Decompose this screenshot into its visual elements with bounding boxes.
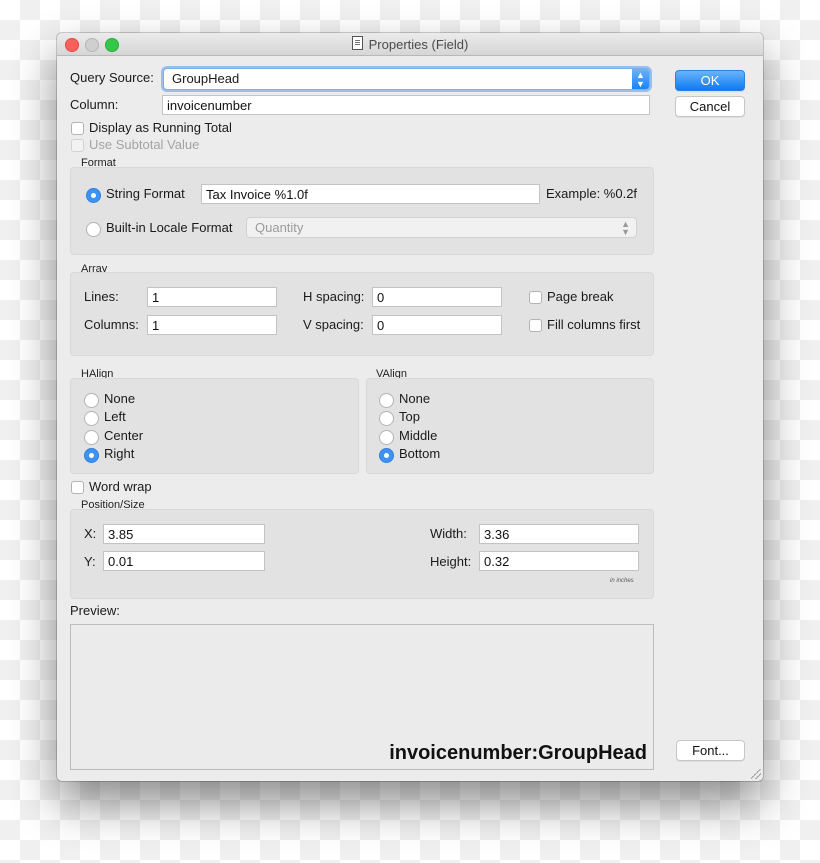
halign-none-label: None — [104, 391, 136, 406]
columns-label: Columns: — [84, 317, 139, 332]
hspacing-label: H spacing: — [303, 289, 365, 304]
updown-chevron-icon: ▲ ▼ — [632, 69, 649, 89]
hspacing-input[interactable] — [372, 287, 502, 307]
ok-button[interactable]: OK — [675, 70, 745, 91]
halign-none-radio[interactable] — [84, 393, 99, 408]
width-input[interactable] — [479, 524, 639, 544]
halign-left-radio[interactable] — [84, 411, 99, 426]
font-button[interactable]: Font... — [676, 740, 745, 761]
query-source-value: GroupHead — [172, 71, 240, 86]
y-label: Y: — [84, 554, 96, 569]
string-format-radio[interactable] — [86, 188, 101, 203]
width-label: Width: — [430, 526, 467, 541]
halign-left-label: Left — [104, 409, 126, 424]
valign-none-radio[interactable] — [379, 393, 394, 408]
fill-columns-checkbox[interactable] — [529, 319, 542, 332]
fill-columns-label: Fill columns first — [547, 317, 641, 332]
valign-bottom-radio[interactable] — [379, 448, 394, 463]
cancel-button[interactable]: Cancel — [675, 96, 745, 117]
page-break-checkbox[interactable] — [529, 291, 542, 304]
query-source-select[interactable]: GroupHead ▲ ▼ — [163, 68, 650, 90]
locale-format-select[interactable]: Quantity ▲ ▼ — [246, 217, 637, 238]
units-note: in inches — [610, 578, 634, 584]
preview-area: invoicenumber:GroupHead — [70, 624, 654, 770]
valign-middle-label: Middle — [399, 428, 438, 443]
window-title-wrap: Properties (Field) — [57, 36, 763, 52]
locale-format-radio[interactable] — [86, 222, 101, 237]
column-input[interactable] — [162, 95, 650, 115]
string-format-label: String Format — [106, 186, 185, 201]
window-title: Properties (Field) — [368, 37, 469, 52]
lines-input[interactable] — [147, 287, 277, 307]
updown-chevron-icon: ▲ ▼ — [621, 219, 630, 237]
halign-center-radio[interactable] — [84, 430, 99, 445]
halign-right-label: Right — [104, 446, 135, 461]
running-total-checkbox[interactable] — [71, 122, 84, 135]
halign-right-radio[interactable] — [84, 448, 99, 463]
query-source-label: Query Source: — [70, 70, 154, 85]
word-wrap-label: Word wrap — [89, 479, 152, 494]
valign-none-label: None — [399, 391, 431, 406]
page-break-label: Page break — [547, 289, 614, 304]
array-group — [70, 272, 654, 356]
subtotal-checkbox[interactable] — [71, 139, 84, 152]
vspacing-label: V spacing: — [303, 317, 364, 332]
column-label: Column: — [70, 97, 119, 112]
properties-window: Properties (Field) Query Source: GroupHe… — [57, 33, 763, 781]
valign-bottom-label: Bottom — [399, 446, 441, 461]
vspacing-input[interactable] — [372, 315, 502, 335]
valign-top-label: Top — [399, 409, 420, 424]
format-group — [70, 167, 654, 255]
locale-format-value: Quantity — [255, 220, 304, 235]
lines-label: Lines: — [84, 289, 119, 304]
height-input[interactable] — [479, 551, 639, 571]
format-example-text: Example: %0.2f — [546, 186, 638, 201]
running-total-label: Display as Running Total — [89, 120, 232, 135]
document-icon — [351, 36, 363, 50]
height-label: Height: — [430, 554, 472, 569]
preview-text: invoicenumber:GroupHead — [389, 742, 647, 764]
string-format-input[interactable] — [201, 184, 540, 204]
y-input[interactable] — [103, 551, 265, 571]
halign-center-label: Center — [104, 428, 144, 443]
subtotal-label: Use Subtotal Value — [89, 137, 200, 152]
resize-grip-icon[interactable] — [751, 769, 761, 779]
preview-label: Preview: — [70, 603, 120, 618]
valign-middle-radio[interactable] — [379, 430, 394, 445]
title-bar[interactable]: Properties (Field) — [57, 33, 763, 56]
x-label: X: — [84, 526, 97, 541]
locale-format-label: Built-in Locale Format — [106, 220, 233, 235]
x-input[interactable] — [103, 524, 265, 544]
valign-top-radio[interactable] — [379, 411, 394, 426]
word-wrap-checkbox[interactable] — [71, 481, 84, 494]
columns-input[interactable] — [147, 315, 277, 335]
